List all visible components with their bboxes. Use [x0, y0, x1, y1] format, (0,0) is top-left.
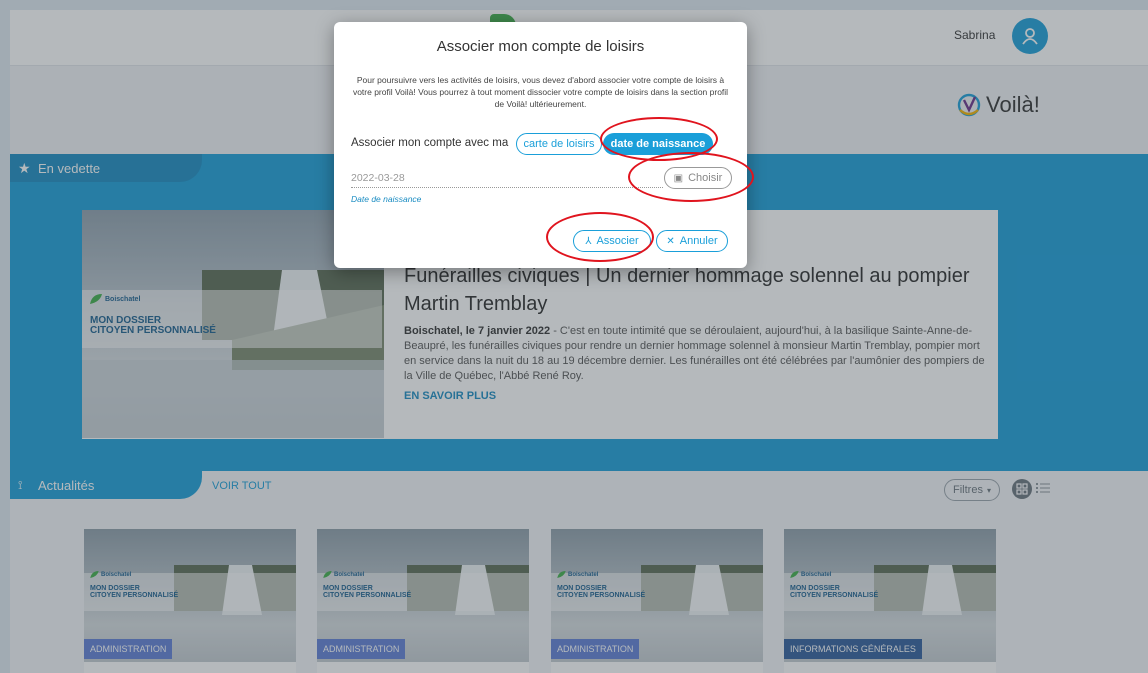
dialog-title: Associer mon compte de loisirs	[436, 38, 645, 55]
dialog-description: Pour poursuivre vers les activités de lo…	[352, 75, 729, 109]
cancel-label: Annuler	[679, 235, 718, 247]
associate-with-label: Associer mon compte avec ma	[351, 137, 509, 149]
birthdate-field[interactable]: 2022-03-28	[351, 172, 663, 188]
birthdate-hint: Date de naissance	[351, 194, 422, 204]
annotation-ring	[546, 212, 654, 262]
annotation-ring	[628, 152, 754, 202]
option-leisure-card[interactable]: carte de loisirs	[516, 133, 602, 155]
cancel-button[interactable]: ✕ Annuler	[656, 230, 728, 252]
close-icon: ✕	[666, 235, 675, 247]
